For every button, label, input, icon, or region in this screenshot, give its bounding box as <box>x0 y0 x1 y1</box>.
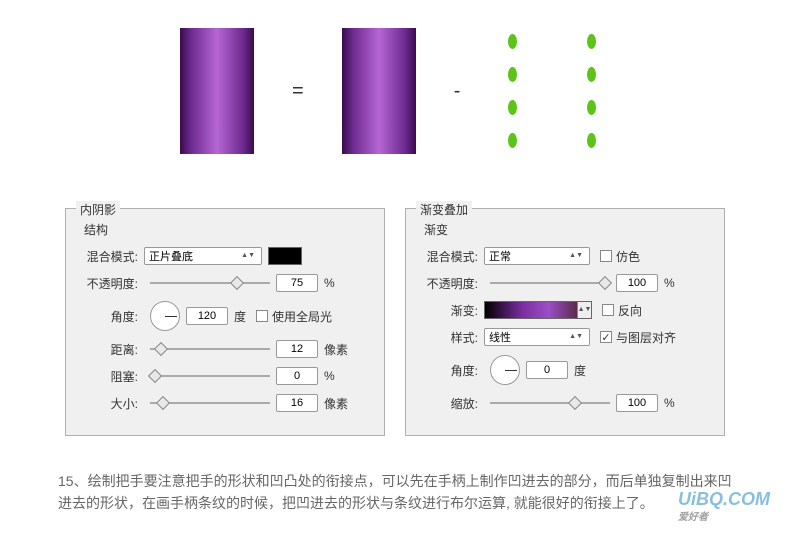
angle-label: 角度: <box>418 362 478 379</box>
opacity-input[interactable]: 75 <box>276 274 318 292</box>
opacity-slider[interactable] <box>150 276 270 290</box>
style-label: 样式: <box>418 329 478 346</box>
color-swatch[interactable] <box>268 247 302 265</box>
panel-title-inner-shadow: 内阴影 <box>76 201 120 218</box>
scale-unit: % <box>664 396 675 410</box>
angle-row: 角度: 0 度 <box>418 355 712 385</box>
choke-unit: % <box>324 369 335 383</box>
global-light-label: 使用全局光 <box>272 308 332 325</box>
distance-label: 距离: <box>78 341 138 358</box>
reverse-label: 反向 <box>618 302 642 319</box>
scale-input[interactable]: 100 <box>616 394 658 412</box>
purple-shape-plain <box>342 28 416 154</box>
align-checkbox[interactable] <box>600 331 612 343</box>
blend-mode-label: 混合模式: <box>418 248 478 265</box>
green-dot <box>587 100 596 115</box>
size-input[interactable]: 16 <box>276 394 318 412</box>
dither-checkbox[interactable] <box>600 250 612 262</box>
angle-input[interactable]: 120 <box>186 307 228 325</box>
green-dot <box>587 133 596 148</box>
inner-shadow-panel: 内阴影 结构 混合模式: 正片叠底 ▲▼ 不透明度: 75 % 角度: 120 … <box>65 208 385 436</box>
reverse-checkbox[interactable] <box>602 304 614 316</box>
blend-mode-label: 混合模式: <box>78 248 138 265</box>
blend-mode-select[interactable]: 正常 ▲▼ <box>484 247 590 265</box>
opacity-unit: % <box>664 276 675 290</box>
distance-input[interactable]: 12 <box>276 340 318 358</box>
gradient-label: 渐变: <box>418 302 478 319</box>
align-label: 与图层对齐 <box>616 329 676 346</box>
illustration-row: = - <box>180 28 596 154</box>
blend-mode-row: 混合模式: 正常 ▲▼ 仿色 <box>418 247 712 265</box>
watermark: UiBQ.COM 爱好者 <box>678 489 770 523</box>
angle-unit: 度 <box>234 308 246 325</box>
minus-sign: - <box>446 80 469 103</box>
angle-dial[interactable] <box>150 301 180 331</box>
opacity-label: 不透明度: <box>418 275 478 292</box>
scale-slider[interactable] <box>490 396 610 410</box>
size-slider[interactable] <box>150 396 270 410</box>
green-dot <box>508 67 517 82</box>
angle-dial[interactable] <box>490 355 520 385</box>
purple-shape-notched <box>180 28 254 154</box>
gradient-row: 渐变: ▲▼ 反向 <box>418 301 712 319</box>
gradient-picker[interactable]: ▲▼ <box>484 301 592 319</box>
scale-row: 缩放: 100 % <box>418 394 712 412</box>
size-unit: 像素 <box>324 395 348 412</box>
choke-label: 阻塞: <box>78 368 138 385</box>
watermark-text: UiBQ.COM <box>678 489 770 509</box>
panel-title-gradient: 渐变叠加 <box>416 201 472 218</box>
opacity-label: 不透明度: <box>78 275 138 292</box>
select-arrows-icon: ▲▼ <box>567 253 585 259</box>
select-arrows-icon: ▲▼ <box>567 334 585 340</box>
gradient-overlay-panel: 渐变叠加 渐变 混合模式: 正常 ▲▼ 仿色 不透明度: 100 % 渐变: ▲… <box>405 208 725 436</box>
angle-unit: 度 <box>574 362 586 379</box>
blend-mode-value: 正片叠底 <box>149 248 193 264</box>
global-light-checkbox[interactable] <box>256 310 268 322</box>
choke-row: 阻塞: 0 % <box>78 367 372 385</box>
angle-label: 角度: <box>78 308 138 325</box>
structure-label: 结构 <box>84 221 372 238</box>
style-value: 线性 <box>489 329 511 345</box>
green-dot <box>508 133 517 148</box>
style-row: 样式: 线性 ▲▼ 与图层对齐 <box>418 328 712 346</box>
opacity-unit: % <box>324 276 335 290</box>
green-dots-group <box>498 34 596 148</box>
green-dot <box>587 34 596 49</box>
scale-label: 缩放: <box>418 395 478 412</box>
distance-slider[interactable] <box>150 342 270 356</box>
select-arrows-icon: ▲▼ <box>239 253 257 259</box>
gradient-section-label: 渐变 <box>424 221 712 238</box>
size-label: 大小: <box>78 395 138 412</box>
dither-label: 仿色 <box>616 248 640 265</box>
choke-slider[interactable] <box>150 369 270 383</box>
opacity-slider[interactable] <box>490 276 610 290</box>
blend-mode-select[interactable]: 正片叠底 ▲▼ <box>144 247 262 265</box>
green-dot <box>587 67 596 82</box>
choke-input[interactable]: 0 <box>276 367 318 385</box>
blend-mode-row: 混合模式: 正片叠底 ▲▼ <box>78 247 372 265</box>
panels-container: 内阴影 结构 混合模式: 正片叠底 ▲▼ 不透明度: 75 % 角度: 120 … <box>65 208 725 436</box>
opacity-row: 不透明度: 75 % <box>78 274 372 292</box>
opacity-row: 不透明度: 100 % <box>418 274 712 292</box>
equals-sign: = <box>284 80 312 103</box>
angle-input[interactable]: 0 <box>526 361 568 379</box>
size-row: 大小: 16 像素 <box>78 394 372 412</box>
distance-row: 距离: 12 像素 <box>78 340 372 358</box>
angle-row: 角度: 120 度 使用全局光 <box>78 301 372 331</box>
green-dot <box>508 100 517 115</box>
style-select[interactable]: 线性 ▲▼ <box>484 328 590 346</box>
blend-mode-value: 正常 <box>489 248 511 264</box>
watermark-sub: 爱好者 <box>678 508 770 523</box>
green-dot <box>508 34 517 49</box>
step-caption: 15、绘制把手要注意把手的形状和凹凸处的衔接点，可以先在手柄上制作凹进去的部分，… <box>58 470 742 515</box>
select-arrows-icon: ▲▼ <box>576 307 594 313</box>
distance-unit: 像素 <box>324 341 348 358</box>
opacity-input[interactable]: 100 <box>616 274 658 292</box>
